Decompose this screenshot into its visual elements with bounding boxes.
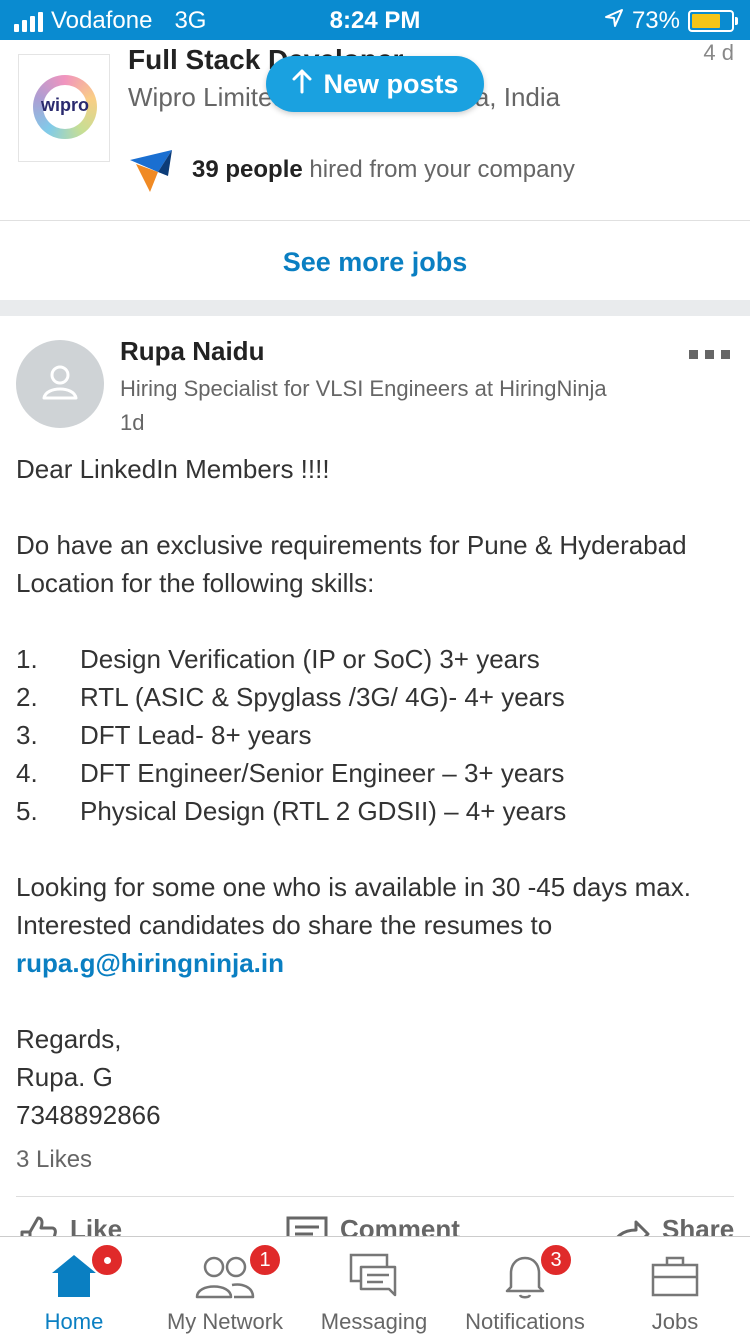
share-label: Share bbox=[662, 1214, 735, 1236]
tab-label: Jobs bbox=[651, 1309, 699, 1334]
more-options-icon[interactable] bbox=[689, 350, 730, 359]
post-author-headline: Hiring Specialist for VLSI Engineers at … bbox=[120, 376, 607, 401]
bottom-tab-bar: Home 1 My Network Messaging 3 Notificati… bbox=[0, 1236, 750, 1334]
location-arrow-icon bbox=[604, 7, 624, 35]
post-greeting: Dear LinkedIn Members !!!! bbox=[16, 454, 330, 484]
like-button[interactable]: Like bbox=[18, 1214, 122, 1236]
see-more-jobs-link[interactable]: See more jobs bbox=[0, 222, 750, 302]
new-posts-button[interactable]: New posts bbox=[266, 56, 484, 112]
battery-percent: 73% bbox=[631, 7, 680, 34]
messaging-icon bbox=[349, 1253, 399, 1301]
post-time: 1d bbox=[120, 410, 145, 435]
tab-label: Messaging bbox=[320, 1309, 428, 1334]
person-icon bbox=[40, 362, 80, 407]
hired-info: 39 people hired from your company bbox=[128, 146, 575, 194]
post-regards: Regards, bbox=[16, 1024, 122, 1054]
post-author-name[interactable]: Rupa Naidu bbox=[120, 336, 264, 367]
network-icon: 1 bbox=[194, 1243, 282, 1301]
post-closing-line: Interested candidates do share the resum… bbox=[16, 910, 553, 940]
list-item: 4. DFT Engineer/Senior Engineer – 3+ year… bbox=[16, 758, 565, 788]
tab-my-network[interactable]: 1 My Network bbox=[160, 1237, 290, 1334]
status-bar: Vodafone 3G 8:24 PM 73% bbox=[0, 0, 750, 40]
hired-count: 39 people bbox=[192, 156, 303, 183]
notifications-badge: 3 bbox=[539, 1243, 573, 1277]
tab-home[interactable]: Home bbox=[24, 1237, 124, 1334]
hired-company-logo-icon bbox=[128, 146, 176, 194]
avatar[interactable] bbox=[16, 340, 104, 428]
arrow-up-icon bbox=[291, 68, 313, 101]
tab-notifications[interactable]: 3 Notifications bbox=[458, 1237, 592, 1334]
network-badge: 1 bbox=[248, 1243, 282, 1277]
list-item: 2. RTL (ASIC & Spyglass /3G/ 4G)- 4+ year… bbox=[16, 682, 565, 712]
briefcase-icon bbox=[651, 1253, 699, 1301]
list-item: 3. DFT Lead- 8+ years bbox=[16, 720, 312, 750]
comment-label: Comment bbox=[340, 1214, 460, 1236]
company-logo[interactable]: wipro bbox=[18, 54, 110, 162]
divider bbox=[16, 1196, 734, 1197]
tab-label: Home bbox=[44, 1309, 104, 1334]
home-badge bbox=[90, 1243, 124, 1277]
new-posts-label: New posts bbox=[323, 68, 459, 99]
home-icon bbox=[50, 1243, 124, 1301]
likes-count[interactable]: 3 Likes bbox=[16, 1146, 92, 1174]
list-item: 1. Design Verification (IP or SoC) 3+ yea… bbox=[16, 644, 540, 674]
tab-label: My Network bbox=[166, 1309, 284, 1334]
tab-jobs[interactable]: Jobs bbox=[630, 1237, 720, 1334]
skills-list: 1. Design Verification (IP or SoC) 3+ yea… bbox=[16, 640, 741, 830]
thumbs-up-icon bbox=[18, 1214, 58, 1236]
battery-icon bbox=[688, 10, 738, 32]
bell-icon: 3 bbox=[503, 1243, 573, 1301]
post-intro: Do have an exclusive requirements for Pu… bbox=[16, 530, 687, 598]
post-phone: 7348892866 bbox=[16, 1100, 161, 1130]
post-closing-line: Looking for some one who is available in… bbox=[16, 872, 691, 902]
comment-button[interactable]: Comment bbox=[286, 1214, 460, 1236]
post-signature-name: Rupa. G bbox=[16, 1062, 113, 1092]
tab-label: Notifications bbox=[465, 1309, 585, 1334]
divider bbox=[0, 220, 750, 221]
like-label: Like bbox=[70, 1214, 123, 1236]
post-actions: Like Comment Share bbox=[0, 1206, 750, 1236]
comment-icon bbox=[286, 1214, 328, 1236]
list-item: 5. Physical Design (RTL 2 GDSII) – 4+ yea… bbox=[16, 796, 567, 826]
tab-messaging[interactable]: Messaging bbox=[318, 1237, 430, 1334]
company-logo-text: wipro bbox=[41, 95, 89, 115]
hired-text: hired from your company bbox=[309, 156, 575, 183]
share-button[interactable]: Share bbox=[608, 1214, 734, 1236]
section-separator bbox=[0, 300, 750, 316]
post-body: Dear LinkedIn Members !!!! Do have an ex… bbox=[16, 450, 741, 1134]
email-link[interactable]: rupa.g@hiringninja.in bbox=[16, 944, 741, 982]
job-posted-time: 4 d bbox=[703, 40, 734, 65]
share-icon bbox=[608, 1214, 650, 1236]
